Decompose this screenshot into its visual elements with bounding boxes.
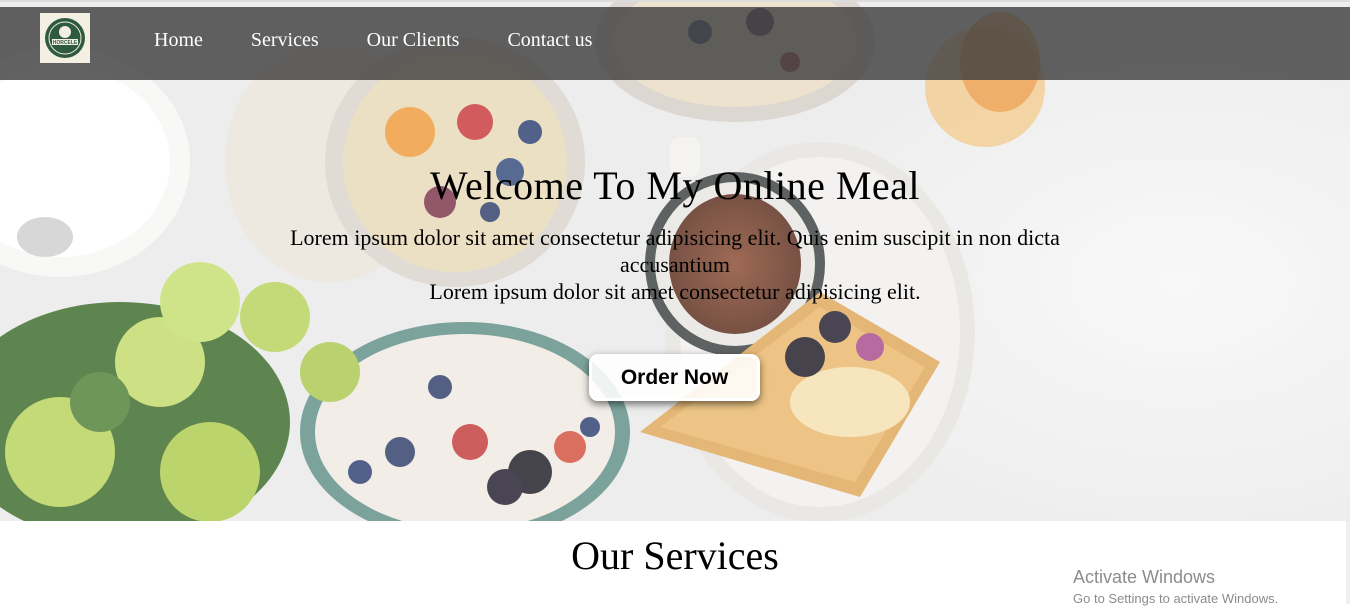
- scrollbar-track[interactable]: [1346, 521, 1350, 604]
- nav-link-home[interactable]: Home: [154, 28, 203, 52]
- nav-link-our-clients[interactable]: Our Clients: [367, 28, 460, 52]
- logo-text: HORCELE: [53, 40, 78, 46]
- activate-windows-watermark: Activate Windows Go to Settings to activ…: [1073, 566, 1278, 608]
- watermark-subtitle: Go to Settings to activate Windows.: [1073, 591, 1279, 606]
- nav-link-contact-us[interactable]: Contact us: [507, 28, 592, 52]
- watermark-title: Activate Windows: [1073, 567, 1216, 587]
- hero-title: Welcome To My Online Meal: [429, 163, 921, 208]
- order-now-button[interactable]: Order Now: [589, 354, 760, 401]
- restaurant-badge-icon: HORCELE: [45, 18, 85, 58]
- nav-link-services[interactable]: Services: [251, 28, 319, 52]
- top-navbar: HORCELE Home Services Our Clients Contac…: [0, 7, 1350, 80]
- brand-logo[interactable]: HORCELE: [40, 13, 90, 63]
- hero-description-line-1: Lorem ipsum dolor sit amet consectetur a…: [290, 225, 1060, 277]
- hero-description: Lorem ipsum dolor sit amet consectetur a…: [240, 224, 1110, 305]
- nav-links: Home Services Our Clients Contact us: [154, 28, 592, 52]
- hero-description-line-2: Lorem ipsum dolor sit amet consectetur a…: [429, 279, 921, 304]
